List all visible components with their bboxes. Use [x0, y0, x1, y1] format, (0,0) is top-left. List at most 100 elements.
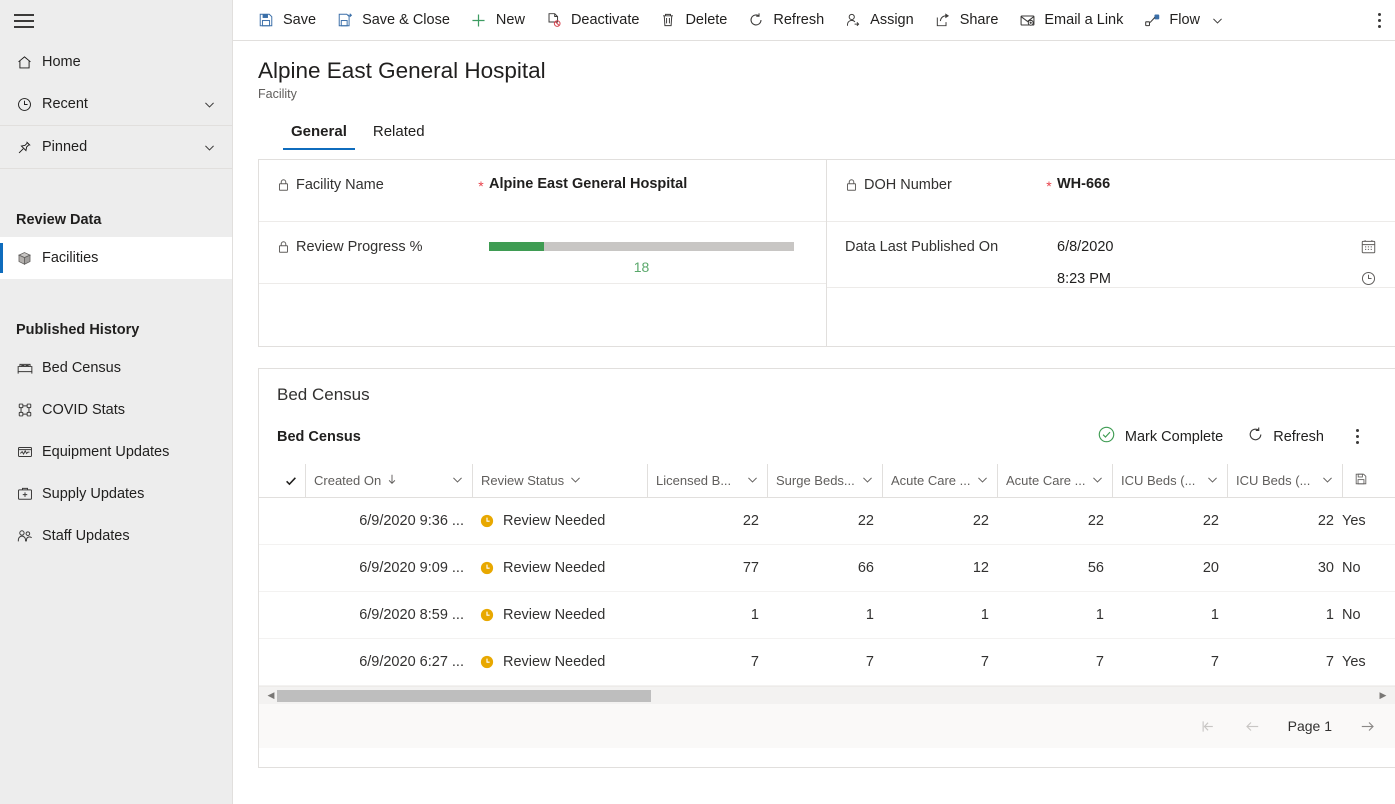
- column-label: Created On: [314, 473, 381, 488]
- sidebar-item-equipment-updates[interactable]: Equipment Updates: [0, 431, 232, 473]
- deactivate-button[interactable]: Deactivate: [535, 0, 650, 40]
- calendar-icon[interactable]: [1360, 238, 1377, 255]
- save-and-close-button[interactable]: Save & Close: [326, 0, 460, 40]
- table-row[interactable]: 6/9/2020 6:27 ... Review Needed 7 7 7 7 …: [259, 639, 1395, 686]
- refresh-button[interactable]: Refresh: [737, 0, 834, 40]
- chevron-down-icon[interactable]: [746, 473, 759, 489]
- action-label: Refresh: [1273, 429, 1324, 445]
- chevron-down-icon[interactable]: [569, 473, 582, 489]
- chevron-down-icon[interactable]: [1321, 473, 1334, 489]
- subgrid-refresh-button[interactable]: Refresh: [1237, 420, 1334, 453]
- scrollbar-track[interactable]: [277, 689, 1377, 703]
- save-icon: [257, 12, 275, 28]
- facility-name-value[interactable]: Alpine East General Hospital: [489, 176, 808, 192]
- flow-button[interactable]: Flow: [1133, 0, 1236, 40]
- sidebar-item-bed-census[interactable]: Bed Census: [0, 347, 232, 389]
- clock-warning-icon: [480, 608, 494, 622]
- table-row[interactable]: 6/9/2020 9:09 ... Review Needed 77 66 12…: [259, 545, 1395, 592]
- column-header-acute-care-2[interactable]: Acute Care ...: [997, 464, 1112, 498]
- app-root: Home Recent: [0, 0, 1395, 804]
- scrollbar-thumb[interactable]: [277, 690, 651, 702]
- sidebar-item-home[interactable]: Home: [0, 41, 232, 83]
- subgrid-overflow-button[interactable]: [1338, 423, 1377, 450]
- monitor-icon: [16, 443, 42, 461]
- chevron-down-icon[interactable]: [1206, 473, 1219, 489]
- tab-general[interactable]: General: [283, 117, 355, 150]
- subgrid-section-title: Bed Census: [259, 369, 1395, 405]
- page-first-button[interactable]: [1198, 717, 1217, 736]
- mark-complete-button[interactable]: Mark Complete: [1087, 419, 1233, 454]
- page-next-button[interactable]: [1358, 717, 1377, 736]
- email-link-icon: [1018, 12, 1036, 29]
- chevron-down-icon[interactable]: [976, 473, 989, 489]
- sidebar-item-supply-updates[interactable]: Supply Updates: [0, 473, 232, 515]
- sidebar-item-label: Supply Updates: [42, 486, 218, 502]
- chevron-down-icon[interactable]: [1091, 473, 1104, 489]
- column-header-icu-beds-2[interactable]: ICU Beds (...: [1227, 464, 1342, 498]
- sidebar-item-covid-stats[interactable]: COVID Stats: [0, 389, 232, 431]
- delete-button[interactable]: Delete: [649, 0, 737, 40]
- row-checkbox[interactable]: [277, 498, 305, 545]
- save-icon: [1354, 472, 1368, 489]
- doh-number-value[interactable]: WH-666: [1057, 176, 1377, 192]
- form-tabs: General Related: [258, 117, 1395, 150]
- date-line: 6/8/2020: [1057, 238, 1377, 255]
- table-row[interactable]: 6/9/2020 8:59 ... Review Needed 1 1 1 1 …: [259, 592, 1395, 639]
- chevron-down-icon[interactable]: [451, 473, 464, 489]
- cell-trailing: No: [1342, 592, 1378, 639]
- field-facility-name: Facility Name * Alpine East General Hosp…: [259, 160, 826, 222]
- sidebar-published-history-group: Published History Bed Census: [0, 279, 232, 557]
- select-all-checkbox[interactable]: [277, 464, 305, 498]
- sidebar-item-staff-updates[interactable]: Staff Updates: [0, 515, 232, 557]
- column-label: Surge Beds...: [776, 473, 855, 488]
- email-a-link-button[interactable]: Email a Link: [1008, 0, 1133, 40]
- row-checkbox[interactable]: [277, 545, 305, 592]
- field-data-last-published-on: Data Last Published On 6/8/2020: [827, 222, 1395, 288]
- new-button[interactable]: New: [460, 0, 535, 40]
- caret-right-icon[interactable]: ▶: [1377, 690, 1389, 701]
- cell-created-on: 6/9/2020 6:27 ...: [305, 639, 472, 686]
- share-icon: [934, 12, 952, 28]
- column-header-icu-beds-1[interactable]: ICU Beds (...: [1112, 464, 1227, 498]
- assign-button[interactable]: Assign: [834, 0, 924, 40]
- column-header-surge-beds[interactable]: Surge Beds...: [767, 464, 882, 498]
- published-date-value[interactable]: 6/8/2020: [1057, 239, 1113, 255]
- command-overflow-button[interactable]: [1370, 0, 1395, 40]
- horizontal-scrollbar[interactable]: ◀ ▶: [259, 686, 1395, 704]
- column-header-licensed-beds[interactable]: Licensed B...: [647, 464, 767, 498]
- record-header: Alpine East General Hospital Facility Ge…: [233, 41, 1395, 150]
- sidebar-item-pinned[interactable]: Pinned: [0, 126, 232, 168]
- chevron-down-icon[interactable]: [200, 98, 218, 111]
- column-header-review-status[interactable]: Review Status: [472, 464, 647, 498]
- command-label: Assign: [870, 12, 914, 28]
- cell-licensed-beds: 77: [647, 545, 767, 592]
- row-checkbox[interactable]: [277, 639, 305, 686]
- table-row[interactable]: 6/9/2020 9:36 ... Review Needed 22 22 22…: [259, 498, 1395, 545]
- sidebar-item-recent[interactable]: Recent: [0, 83, 232, 125]
- share-button[interactable]: Share: [924, 0, 1009, 40]
- command-label: New: [496, 12, 525, 28]
- arrow-down-icon: [386, 473, 398, 488]
- column-header-created-on[interactable]: Created On: [305, 464, 472, 498]
- tab-related[interactable]: Related: [365, 117, 433, 150]
- clock-icon[interactable]: [1360, 270, 1377, 287]
- save-close-icon: [336, 12, 354, 28]
- save-button[interactable]: Save: [247, 0, 326, 40]
- page-prev-button[interactable]: [1243, 717, 1262, 736]
- command-label: Refresh: [773, 12, 824, 28]
- cell-icu-beds-1: 22: [1112, 498, 1227, 545]
- hamburger-icon[interactable]: [14, 14, 34, 28]
- cell-acute-care-1: 22: [882, 498, 997, 545]
- cell-licensed-beds: 22: [647, 498, 767, 545]
- chevron-down-icon[interactable]: [861, 473, 874, 489]
- field-label-text: DOH Number: [864, 177, 952, 193]
- row-checkbox[interactable]: [277, 592, 305, 639]
- chevron-down-icon[interactable]: [200, 141, 218, 154]
- published-time-value[interactable]: 8:23 PM: [1057, 271, 1111, 287]
- column-header-acute-care-1[interactable]: Acute Care ...: [882, 464, 997, 498]
- sidebar-item-facilities[interactable]: Facilities: [0, 237, 232, 279]
- chevron-down-icon[interactable]: [1208, 14, 1226, 27]
- cell-icu-beds-2: 22: [1227, 498, 1342, 545]
- caret-left-icon[interactable]: ◀: [265, 690, 277, 701]
- column-save-icon-button[interactable]: [1342, 464, 1378, 498]
